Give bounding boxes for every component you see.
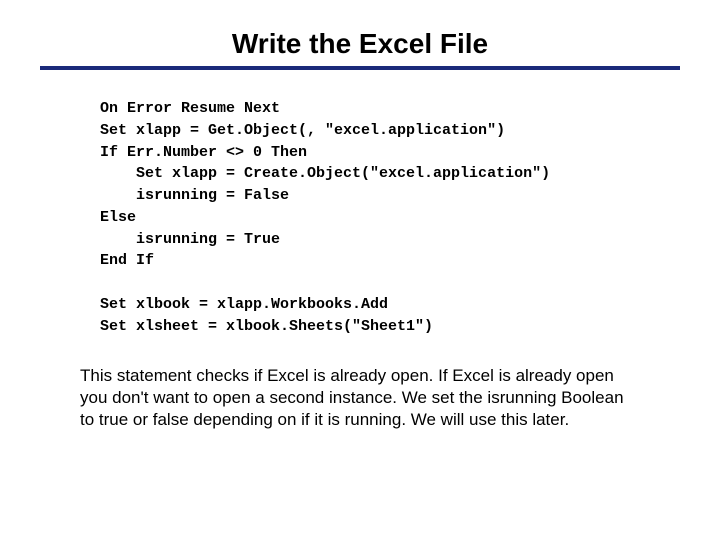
code-block: On Error Resume Next Set xlapp = Get.Obj… bbox=[100, 98, 720, 337]
page-title: Write the Excel File bbox=[0, 0, 720, 66]
description-text: This statement checks if Excel is alread… bbox=[80, 365, 640, 431]
title-underline bbox=[40, 66, 680, 70]
slide: Write the Excel File On Error Resume Nex… bbox=[0, 0, 720, 540]
